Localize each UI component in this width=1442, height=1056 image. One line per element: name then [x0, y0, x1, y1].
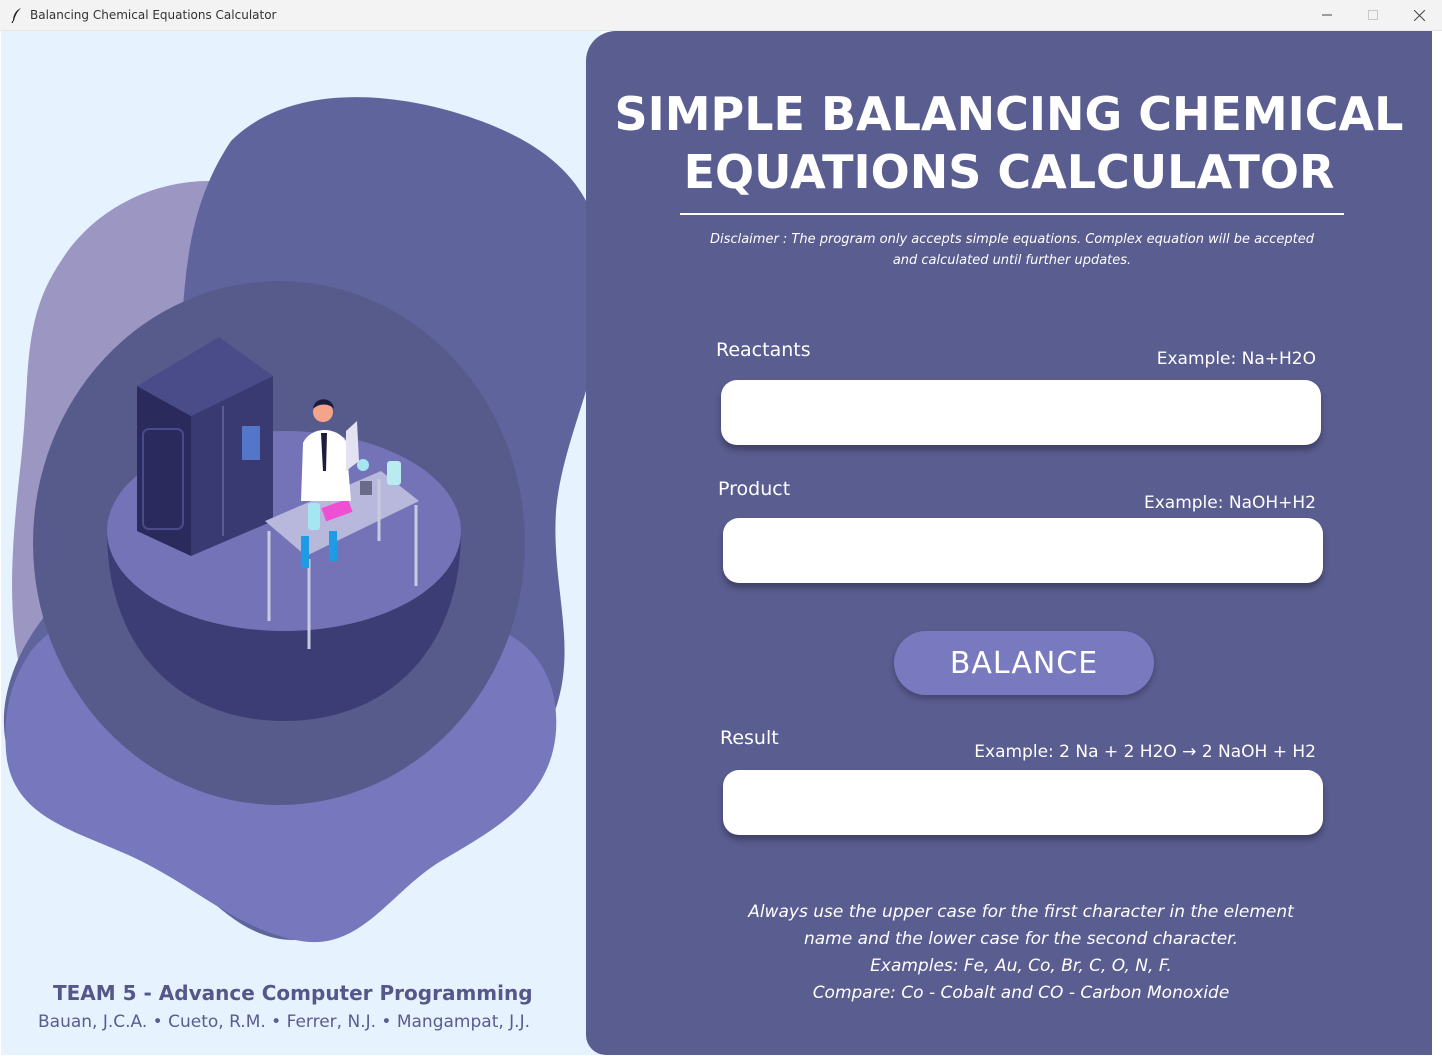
- note-line-4: Compare: Co - Cobalt and CO - Carbon Mon…: [812, 983, 1230, 1003]
- reactants-input[interactable]: [721, 380, 1321, 445]
- close-icon: [1413, 9, 1425, 21]
- disclaimer: Disclaimer : The program only accepts si…: [680, 229, 1344, 271]
- result-output[interactable]: [723, 770, 1323, 835]
- reactants-example: Example: Na+H2O: [1156, 349, 1316, 369]
- reactants-label: Reactants: [716, 339, 811, 361]
- calculator-panel: SIMPLE BALANCING CHEMICAL EQUATIONS CALC…: [586, 31, 1432, 1055]
- minimize-button[interactable]: [1304, 0, 1350, 30]
- page-title: SIMPLE BALANCING CHEMICAL EQUATIONS CALC…: [586, 85, 1432, 201]
- close-button[interactable]: [1396, 0, 1442, 30]
- feather-icon: [11, 8, 21, 23]
- lab-scientist-illustration: [3, 97, 601, 943]
- team-title: TEAM 5 - Advance Computer Programming: [53, 981, 533, 1005]
- usage-notes: Always use the upper case for the first …: [686, 899, 1356, 1007]
- left-pane: TEAM 5 - Advance Computer Programming Ba…: [1, 31, 601, 1055]
- result-example: Example: 2 Na + 2 H2O → 2 NaOH + H2: [974, 742, 1316, 762]
- disclaimer-line-2: and calculated until further updates.: [892, 253, 1132, 268]
- team-members: Bauan, J.C.A. • Cueto, R.M. • Ferrer, N.…: [38, 1012, 530, 1032]
- title-bar: Balancing Chemical Equations Calculator: [0, 0, 1442, 31]
- window-title: Balancing Chemical Equations Calculator: [30, 8, 277, 22]
- result-label: Result: [720, 727, 779, 749]
- note-line-2: name and the lower case for the second c…: [803, 929, 1239, 949]
- note-line-1: Always use the upper case for the first …: [748, 902, 1294, 922]
- maximize-button[interactable]: [1350, 0, 1396, 30]
- title-divider: [680, 213, 1344, 215]
- product-input[interactable]: [723, 518, 1323, 583]
- product-example: Example: NaOH+H2: [1143, 493, 1316, 513]
- product-label: Product: [718, 478, 791, 500]
- disclaimer-line-1: Disclaimer : The program only accepts si…: [710, 232, 1314, 247]
- minimize-icon: [1322, 14, 1332, 16]
- balance-button[interactable]: BALANCE: [894, 631, 1154, 695]
- title-line-2: EQUATIONS CALCULATOR: [683, 145, 1335, 199]
- title-line-1: SIMPLE BALANCING CHEMICAL: [614, 87, 1404, 141]
- maximize-icon: [1368, 10, 1378, 20]
- note-line-3: Examples: Fe, Au, Co, Br, C, O, N, F.: [870, 956, 1172, 976]
